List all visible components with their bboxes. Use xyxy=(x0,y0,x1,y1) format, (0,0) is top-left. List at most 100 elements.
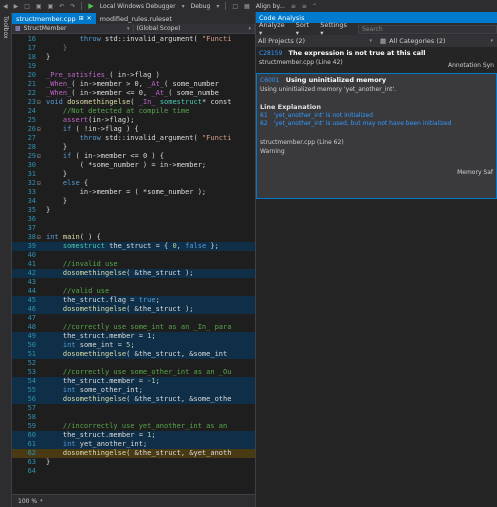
code-line[interactable]: 55 int some_other_int; xyxy=(12,386,255,395)
code-line[interactable]: 30 ( *some_number ) = in->member; xyxy=(12,161,255,170)
back-icon[interactable]: ◀ xyxy=(0,3,11,10)
code-line[interactable]: 29 ⊟ if ( in->member <= 0 ) { xyxy=(12,152,255,161)
code-line[interactable]: 38 ⊟ int main( ) { xyxy=(12,233,255,242)
code-line[interactable]: 60 the_struct.member = 1; xyxy=(12,431,255,440)
code-text: if ( !in->flag ) { xyxy=(62,125,139,133)
fold-toggle-icon[interactable]: ⊟ xyxy=(37,152,43,161)
code-line[interactable]: 21 _When_( in->member > 0, _At_( some_num… xyxy=(12,80,255,89)
fold-toggle-icon[interactable]: ⊟ xyxy=(37,125,43,134)
code-line[interactable]: 36 xyxy=(12,215,255,224)
warning-location[interactable]: structmember.cpp (Line 62) xyxy=(260,139,493,146)
sort-menu[interactable]: Sort ▾ xyxy=(296,21,315,37)
code-line[interactable]: 24 //Not detected at compile time xyxy=(12,107,255,116)
code-line[interactable]: 23 ⊟ void dosomethingelse( _In_ somestruct… xyxy=(12,98,255,107)
code-line[interactable]: 61 int yet_another_int; xyxy=(12,440,255,449)
code-line[interactable]: 35} xyxy=(12,206,255,215)
forward-icon[interactable]: ▶ xyxy=(11,3,22,10)
code-line[interactable]: 19 xyxy=(12,62,255,71)
comment-icon[interactable]: “ xyxy=(310,3,319,10)
toolbox-label[interactable]: Toolbox xyxy=(2,16,9,39)
code-line[interactable]: 22 _When_( in->member <= 0, _At_( some_nu… xyxy=(12,89,255,98)
code-line[interactable]: 46 dosomethingelse( &the_struct ); xyxy=(12,305,255,314)
code-line[interactable]: 59 //incorrectly use yet_another_int as … xyxy=(12,422,255,431)
project-filter-dropdown[interactable]: All Projects (2) ▾ xyxy=(256,37,374,45)
code-line[interactable]: 53 //correctly use some_other_int as an … xyxy=(12,368,255,377)
new-project-icon[interactable]: □ xyxy=(21,3,33,10)
tab-modified-rules-ruleset[interactable]: modified_rules.ruleset xyxy=(96,13,176,24)
indent-icon[interactable]: ≡ xyxy=(288,3,299,10)
code-line[interactable]: 52 xyxy=(12,359,255,368)
code-line[interactable]: 26 ⊟ if ( !in->flag ) { xyxy=(12,125,255,134)
code-line[interactable]: 41 //invalid use xyxy=(12,260,255,269)
code-line[interactable]: 39 somestruct the_struct = { 0, false }; xyxy=(12,242,255,251)
analyze-menu[interactable]: Analyze ▾ xyxy=(259,21,290,37)
folder-icon[interactable]: ▦ xyxy=(241,3,253,10)
explanation-line[interactable]: 61 'yet_another_int' is not initialized xyxy=(260,112,493,119)
code-editor[interactable]: 16 throw std::invalid_argument( "Functi 1… xyxy=(12,34,255,494)
close-icon[interactable]: ✕ xyxy=(87,15,92,22)
code-line[interactable]: 17 } xyxy=(12,44,255,53)
redo-icon[interactable]: ↷ xyxy=(67,3,78,10)
undo-icon[interactable]: ↶ xyxy=(56,3,67,10)
warning-code[interactable]: C28159 xyxy=(259,50,282,57)
chevron-down-icon[interactable]: ▾ xyxy=(179,3,188,10)
config-selector[interactable]: Debug xyxy=(188,3,214,10)
code-line[interactable]: 63} xyxy=(12,458,255,467)
debugger-selector[interactable]: Local Windows Debugger xyxy=(97,3,179,10)
code-line[interactable]: 56 dosomethingelse( &the_struct, &some_o… xyxy=(12,395,255,404)
code-line[interactable]: 42 dosomethingelse( &the_struct ); xyxy=(12,269,255,278)
settings-menu[interactable]: Settings ▾ xyxy=(320,21,352,37)
fold-toggle-icon[interactable]: ⊟ xyxy=(37,233,43,242)
code-line[interactable]: 43 xyxy=(12,278,255,287)
search-input[interactable]: Search xyxy=(358,24,497,34)
fold-toggle-icon[interactable]: ⊟ xyxy=(37,179,43,188)
line-number: 29 xyxy=(27,152,36,160)
code-line[interactable]: 31 } xyxy=(12,170,255,179)
code-line[interactable]: 54 the_struct.member = -1; xyxy=(12,377,255,386)
format-icon[interactable]: ≡ xyxy=(299,3,310,10)
code-line[interactable]: 27 throw std::invalid_argument( "Functi xyxy=(12,134,255,143)
code-line[interactable]: 62 dosomethingelse( &the_struct, &yet_an… xyxy=(12,449,255,458)
code-line[interactable]: 32 ⊟ else { xyxy=(12,179,255,188)
code-line[interactable]: 51 dosomethingelse( &the_struct, &some_i… xyxy=(12,350,255,359)
code-line[interactable]: 18} xyxy=(12,53,255,62)
code-line[interactable]: 28 } xyxy=(12,143,255,152)
warning-code[interactable]: C6001 xyxy=(260,77,279,84)
tab-structmember-cpp[interactable]: structmember.cpp ⊞ ✕ xyxy=(12,13,96,24)
code-line[interactable]: 34 } xyxy=(12,197,255,206)
line-number: 39 xyxy=(27,242,36,250)
code-line[interactable]: 58 xyxy=(12,413,255,422)
code-line[interactable]: 50 int some_int = 5; xyxy=(12,341,255,350)
analysis-item-selected[interactable]: C6001 Using uninitialized memory Using u… xyxy=(256,73,497,199)
code-line[interactable]: 49 the_struct.member = 1; xyxy=(12,332,255,341)
bookmark-icon[interactable]: □ xyxy=(229,3,241,10)
analysis-item[interactable]: C28159 The expression is not true at thi… xyxy=(256,47,497,73)
fold-toggle-icon[interactable]: ⊟ xyxy=(37,98,43,107)
pin-icon[interactable]: ⊞ xyxy=(79,15,84,22)
code-line[interactable]: 20 _Pre_satisfies_( in->flag ) xyxy=(12,71,255,80)
chevron-down-icon[interactable]: ▾ xyxy=(40,498,43,504)
code-text: int some_other_int; xyxy=(62,386,143,394)
code-line[interactable]: 40 xyxy=(12,251,255,260)
code-line[interactable]: 64 xyxy=(12,467,255,476)
chevron-down-icon[interactable]: ▾ xyxy=(213,3,222,10)
save-all-icon[interactable]: ▣ xyxy=(45,3,57,10)
code-line[interactable]: 57 xyxy=(12,404,255,413)
explanation-line[interactable]: 62 'yet_another_int' is used, but may no… xyxy=(260,120,493,127)
code-line[interactable]: 37 xyxy=(12,224,255,233)
code-line[interactable]: 44 //valid use xyxy=(12,287,255,296)
code-line[interactable]: 33 in->member = ( *some_number ); xyxy=(12,188,255,197)
code-line[interactable]: 47 xyxy=(12,314,255,323)
project-dropdown[interactable]: ▩ StructMember ▾ xyxy=(12,24,134,33)
code-line[interactable]: 25 assert(in->flag); xyxy=(12,116,255,125)
zoom-level[interactable]: 100 % xyxy=(18,498,37,505)
start-debug-icon[interactable]: ▶ xyxy=(85,2,96,10)
code-line[interactable]: 16 throw std::invalid_argument( "Functi xyxy=(12,35,255,44)
code-line[interactable]: 45 the_struct.flag = true; xyxy=(12,296,255,305)
align-button[interactable]: Align by... xyxy=(253,3,288,10)
category-filter-dropdown[interactable]: ▦ All Categories (2) ▾ xyxy=(374,37,497,45)
save-icon[interactable]: ▣ xyxy=(33,3,45,10)
code-line[interactable]: 48 //correctly use some_int as an _In_ p… xyxy=(12,323,255,332)
toolbox-strip[interactable]: Toolbox xyxy=(0,12,12,507)
scope-dropdown[interactable]: (Global Scope) ▾ xyxy=(134,24,255,33)
